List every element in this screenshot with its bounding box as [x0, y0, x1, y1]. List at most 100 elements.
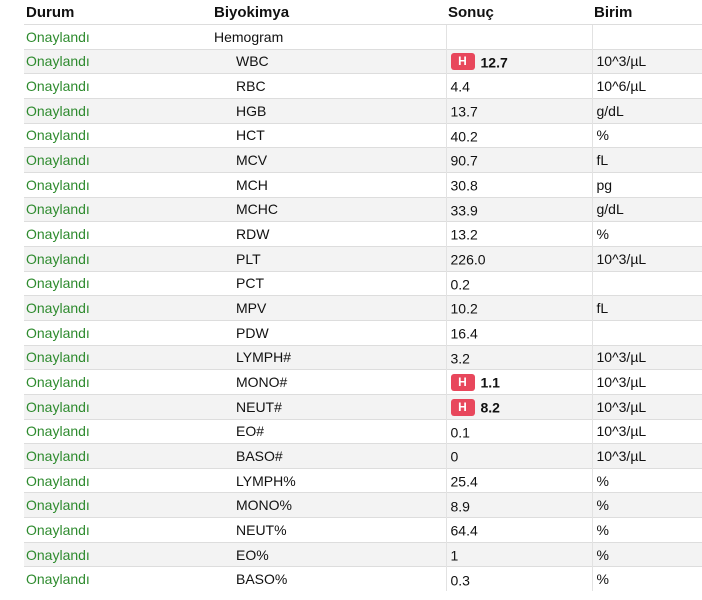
unit-cell: 10^6/µL — [591, 73, 702, 99]
result-cell: 10.2 — [445, 295, 592, 321]
result-cell: 0 — [445, 443, 592, 469]
table-row[interactable]: Onaylandı BASO% 0.3% — [24, 566, 702, 592]
test-name-cell: LYMPH% — [212, 467, 446, 493]
table-row[interactable]: Onaylandı PCT 0.2 — [24, 270, 702, 296]
result-cell: 8.9 — [445, 492, 592, 518]
result-value: 1 — [450, 547, 459, 564]
result-value: 13.2 — [450, 226, 478, 243]
result-value: 3.2 — [450, 350, 470, 366]
result-value: 8.9 — [450, 497, 470, 514]
unit-cell: 10^3/µL — [591, 418, 702, 444]
table-row[interactable]: Onaylandı PLT 226.0 10^3/µL — [24, 245, 702, 272]
table-body: Onaylandı Hemogram Onaylandı WBC H 12.7 10^3/µ… — [24, 24, 702, 592]
status-cell: Onaylandı — [24, 270, 212, 296]
unit-cell: % — [591, 492, 702, 518]
results-table-container: Durum Biyokimya Sonuç Birim Onaylandı Hem… — [24, 0, 702, 592]
test-name-cell: MCV — [212, 147, 446, 173]
table-row[interactable]: Onaylandı HGB 13.7 g/dL — [24, 97, 702, 124]
table-row[interactable]: Onaylandı NEUT% 64.4% — [24, 517, 702, 543]
unit-cell — [591, 319, 702, 346]
result-value: 90.7 — [450, 152, 478, 169]
table-row[interactable]: Onaylandı WBC H 12.7 10^3/µL — [24, 48, 702, 74]
status-cell: Onaylandı — [24, 196, 212, 222]
unit-cell: 10^3/µL — [591, 48, 702, 74]
table-row[interactable]: Onaylandı LYMPH# 3.2 10^3/µL — [24, 344, 702, 370]
test-name-cell: MONO% — [212, 492, 446, 518]
table-header: Durum Biyokimya Sonuç Birim — [24, 0, 702, 25]
table-row[interactable]: Onaylandı MCH 30.8 pg — [24, 171, 702, 198]
result-cell: 0.1 — [445, 418, 592, 444]
table-row[interactable]: Onaylandı EO% 1% — [24, 541, 702, 567]
table-row[interactable]: Onaylandı PDW 16.4 — [24, 319, 702, 346]
result-cell: 25.4 — [445, 467, 592, 493]
results-table: Durum Biyokimya Sonuç Birim Onaylandı Hem… — [24, 0, 702, 592]
status-cell: Onaylandı — [24, 393, 212, 419]
result-cell: 4.4 — [445, 73, 592, 99]
status-cell: Onaylandı — [24, 517, 212, 543]
table-row[interactable]: Onaylandı Hemogram — [24, 24, 702, 50]
test-group-cell: Hemogram — [212, 24, 446, 50]
column-header-unit[interactable]: Birim — [592, 0, 702, 25]
table-row[interactable]: Onaylandı NEUT# H 8.2 10^3/µL — [24, 393, 702, 419]
result-cell: 0.2 — [445, 270, 592, 296]
table-row[interactable]: Onaylandı MPV 10.2 fL — [24, 295, 702, 321]
result-cell: 0.3 — [445, 566, 592, 592]
status-cell: Onaylandı — [24, 566, 212, 592]
result-cell: 13.7 — [445, 97, 592, 124]
table-row[interactable]: Onaylandı EO# 0.1 10^3/µL — [24, 418, 702, 444]
unit-cell: g/dL — [591, 196, 702, 222]
unit-cell: 10^3/µL — [591, 369, 702, 395]
result-value: 30.8 — [450, 177, 478, 194]
status-cell: Onaylandı — [24, 122, 212, 148]
result-cell: 3.2 — [445, 344, 592, 370]
table-row[interactable]: Onaylandı MONO# H 1.1 10^3/µL — [24, 369, 702, 395]
table-row[interactable]: Onaylandı RDW 13.2% — [24, 221, 702, 247]
unit-cell: fL — [591, 295, 702, 321]
result-value: 0 — [450, 448, 459, 465]
status-cell: Onaylandı — [24, 24, 212, 50]
test-name-cell: RBC — [212, 73, 446, 99]
status-cell: Onaylandı — [24, 344, 212, 370]
result-value: 33.9 — [450, 202, 478, 219]
result-value: 12.7 — [480, 53, 508, 70]
status-cell: Onaylandı — [24, 295, 212, 321]
result-value: 16.4 — [450, 325, 478, 342]
result-cell — [445, 24, 592, 50]
high-flag-badge: H — [450, 53, 475, 71]
result-value: 1.1 — [480, 374, 500, 391]
table-row[interactable]: Onaylandı MCHC 33.9 g/dL — [24, 196, 702, 222]
test-name-cell: BASO% — [212, 566, 446, 592]
column-header-status[interactable]: Durum — [24, 0, 212, 25]
table-row[interactable]: Onaylandı HCT 40.2% — [24, 122, 702, 148]
unit-cell: % — [591, 541, 702, 567]
result-value: 226.0 — [450, 251, 486, 268]
high-flag-badge: H — [450, 398, 475, 416]
status-cell: Onaylandı — [24, 245, 212, 272]
test-name-cell: PDW — [212, 319, 446, 346]
status-cell: Onaylandı — [24, 147, 212, 173]
table-row[interactable]: Onaylandı LYMPH% 25.4% — [24, 467, 702, 493]
header-row: Durum Biyokimya Sonuç Birim — [24, 0, 702, 25]
result-value: 40.2 — [450, 128, 478, 145]
test-name-cell: NEUT% — [212, 517, 446, 543]
status-cell: Onaylandı — [24, 418, 212, 444]
status-cell: Onaylandı — [24, 319, 212, 346]
status-cell: Onaylandı — [24, 73, 212, 99]
test-name-cell: BASO# — [212, 443, 446, 469]
column-header-test[interactable]: Biyokimya — [212, 0, 446, 25]
unit-cell: pg — [591, 171, 702, 198]
result-cell: 30.8 — [445, 171, 592, 198]
table-row[interactable]: Onaylandı MCV 90.7 fL — [24, 147, 702, 173]
test-name-cell: EO% — [212, 541, 446, 567]
unit-cell: % — [591, 467, 702, 493]
table-row[interactable]: Onaylandı MONO% 8.9% — [24, 492, 702, 518]
unit-cell: 10^3/µL — [591, 443, 702, 469]
table-row[interactable]: Onaylandı BASO# 0 10^3/µL — [24, 443, 702, 469]
test-name-cell: PCT — [212, 270, 446, 296]
result-cell: 40.2 — [445, 122, 592, 148]
table-row[interactable]: Onaylandı RBC 4.4 10^6/µL — [24, 73, 702, 99]
result-cell: H 12.7 — [445, 48, 592, 74]
result-cell: 64.4 — [445, 517, 592, 543]
column-header-result[interactable]: Sonuç — [446, 0, 592, 25]
result-cell: 33.9 — [445, 196, 592, 222]
